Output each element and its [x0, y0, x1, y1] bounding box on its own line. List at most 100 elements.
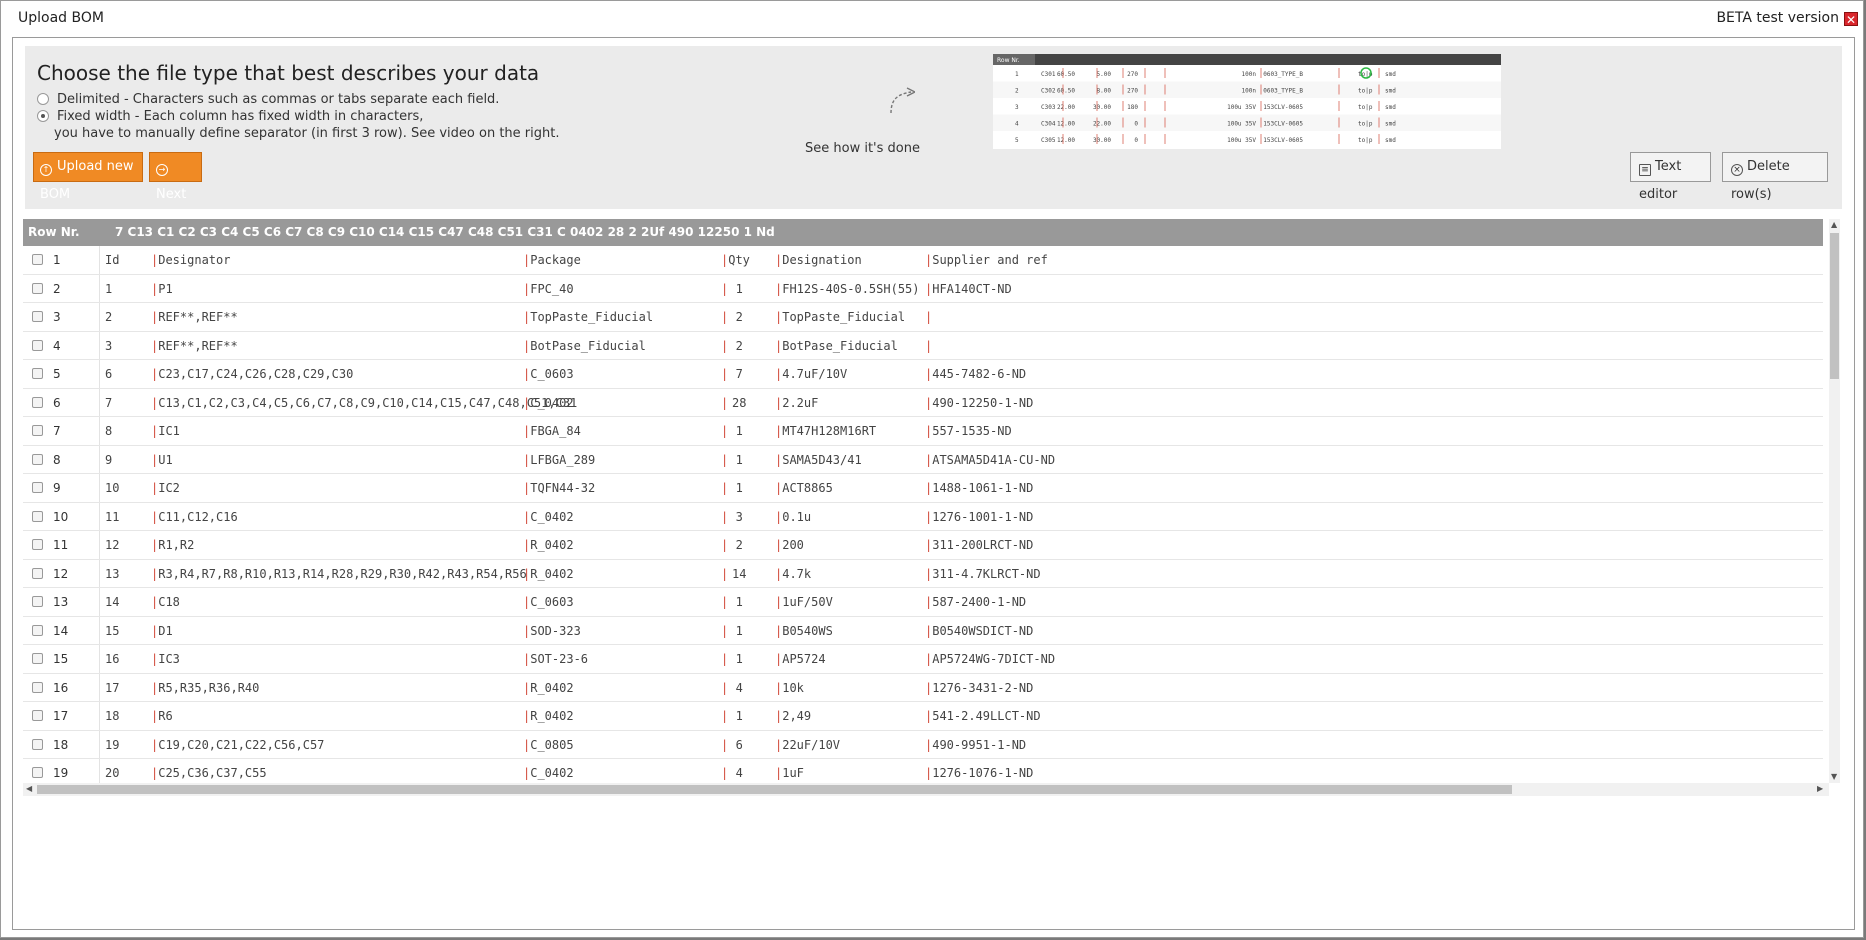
- column-separator[interactable]: |: [721, 310, 728, 324]
- fixed-width-option[interactable]: Fixed width - Each column has fixed widt…: [37, 109, 423, 124]
- horizontal-scroll-thumb[interactable]: [37, 785, 1512, 794]
- column-separator[interactable]: |: [721, 367, 728, 381]
- vertical-scrollbar[interactable]: ▲ ▼: [1829, 219, 1840, 783]
- row-checkbox[interactable]: [32, 767, 43, 778]
- column-separator[interactable]: |: [721, 453, 728, 467]
- table-row[interactable]: 4 3 |REF**,REF** |BotPase_Fiducial | 2 |BotPas…: [23, 331, 1823, 360]
- cell-sup: |541-2.49LLCT-ND: [925, 709, 1041, 723]
- table-row[interactable]: 17 18 |R6 |R_0402 | 1 |2,49 |541-2.49LLCT-ND: [23, 702, 1823, 731]
- row-checkbox[interactable]: [32, 567, 43, 579]
- scroll-left-icon[interactable]: ◀: [26, 784, 32, 793]
- cell-val: |B0540WS: [775, 624, 833, 638]
- cell-text: P1: [158, 281, 173, 296]
- row-number: 18: [53, 737, 69, 752]
- table-row[interactable]: 8 9 |U1 |LFBGA_289 | 1 |SAMA5D43/41 |ATSAMA5D41…: [23, 445, 1823, 474]
- cell-des: |D1: [151, 624, 173, 638]
- cell-text: R_0402: [530, 709, 574, 723]
- first-row-preview: 7 C13 C1 C2 C3 C4 C5 C6 C7 C8 C9 C10 C14…: [115, 225, 775, 239]
- cell-qty: | 4: [721, 766, 750, 780]
- scroll-up-icon[interactable]: ▲: [1831, 220, 1837, 229]
- column-separator[interactable]: |: [721, 766, 728, 780]
- fixed-width-radio[interactable]: [37, 110, 49, 122]
- column-separator[interactable]: |: [721, 709, 728, 723]
- table-row[interactable]: 13 14 |C18 |C_0603 | 1 |1uF/50V |587-2400-1-ND: [23, 588, 1823, 617]
- table-row[interactable]: 6 7 |C13,C1,C2,C3,C4,C5,C6,C7,C8,C9,C10,C1…: [23, 388, 1823, 417]
- cell-val: |ACT8865: [775, 481, 833, 495]
- scroll-right-icon[interactable]: ▶: [1817, 784, 1823, 793]
- table-row[interactable]: 12 13 |R3,R4,R7,R8,R10,R13,R14,R28,R29,R30…: [23, 559, 1823, 588]
- cell-text: Designator: [158, 253, 231, 267]
- table-row[interactable]: 5 6 |C23,C17,C24,C26,C28,C29,C30 |C_0603 | 7 |…: [23, 360, 1823, 389]
- scroll-down-icon[interactable]: ▼: [1831, 772, 1837, 781]
- row-checkbox[interactable]: [32, 254, 43, 265]
- row-number: 15: [53, 652, 69, 666]
- column-separator[interactable]: |: [925, 339, 932, 353]
- column-separator[interactable]: |: [721, 652, 728, 666]
- column-separator[interactable]: |: [721, 282, 728, 296]
- row-checkbox[interactable]: [32, 482, 43, 493]
- table-row[interactable]: 15 16 |IC3 |SOT-23-6 | 1 |AP5724 |AP5724WG-7DIC…: [23, 645, 1823, 674]
- column-separator[interactable]: |: [721, 339, 728, 353]
- row-checkbox[interactable]: [32, 539, 43, 550]
- row-checkbox[interactable]: [32, 339, 43, 351]
- row-checkbox[interactable]: [32, 681, 43, 693]
- cell-val: |1uF: [775, 766, 804, 780]
- column-separator[interactable]: |: [721, 681, 728, 695]
- row-checkbox[interactable]: [32, 396, 43, 408]
- delimited-radio[interactable]: [37, 93, 49, 105]
- table-row[interactable]: 3 2 |REF**,REF** |TopPaste_Fiducial | 2 |TopPa…: [23, 303, 1823, 332]
- horizontal-scrollbar[interactable]: ◀ ▶: [23, 783, 1829, 796]
- table-row[interactable]: 16 17 |R5,R35,R36,R40 |R_0402 | 4 |10k |1276-34…: [23, 673, 1823, 702]
- table-row[interactable]: 11 12 |R1,R2 |R_0402 | 2 |200 |311-200LRCT-ND: [23, 531, 1823, 560]
- column-separator[interactable]: |: [925, 310, 932, 324]
- row-checkbox[interactable]: [32, 710, 43, 721]
- column-separator[interactable]: |: [721, 424, 728, 438]
- video-cell: smd: [1385, 71, 1396, 78]
- table-row[interactable]: 14 15 |D1 |SOD-323 | 1 |B0540WS |B0540WSDICT-ND: [23, 616, 1823, 645]
- row-checkbox[interactable]: [32, 425, 43, 436]
- table-row[interactable]: 1 Id |Designator |Package |Qty |Designation |S…: [23, 246, 1823, 275]
- row-checkbox[interactable]: [32, 653, 43, 664]
- table-row[interactable]: 9 10 |IC2 |TQFN44-32 | 1 |ACT8865 |1488-1061-1-…: [23, 474, 1823, 503]
- see-how-link[interactable]: See how it's done: [805, 141, 920, 156]
- column-separator[interactable]: |: [721, 595, 728, 609]
- row-checkbox[interactable]: [32, 311, 43, 322]
- delimited-option[interactable]: Delimited - Characters such as commas or…: [37, 92, 499, 107]
- column-separator[interactable]: |: [721, 624, 728, 638]
- row-number: 17: [53, 709, 69, 723]
- table-row[interactable]: 18 19 |C19,C20,C21,C22,C56,C57 |C_0805 | 6 |22…: [23, 730, 1823, 759]
- row-checkbox[interactable]: [32, 282, 43, 294]
- upload-new-bom-button[interactable]: ↑ Upload new BOM: [33, 152, 143, 202]
- table-row[interactable]: 7 8 |IC1 |FBGA_84 | 1 |MT47H128M16RT |557-1535-…: [23, 417, 1823, 446]
- table-row[interactable]: 2 1 |P1 |FPC_40 | 1 |FH12S-40S-0.5SH(55) |HFA14…: [23, 274, 1823, 303]
- column-separator[interactable]: |: [721, 510, 728, 524]
- video-preview[interactable]: Row Nr.1 C301 60.50 5.00 270 100n 0603_TYPE_B t…: [993, 54, 1501, 149]
- cell-des: |C23,C17,C24,C26,C28,C29,C30: [151, 367, 353, 381]
- vertical-scroll-thumb[interactable]: [1830, 233, 1839, 379]
- row-checkbox[interactable]: [32, 453, 43, 465]
- column-separator[interactable]: |: [721, 738, 728, 752]
- row-checkbox[interactable]: [32, 510, 43, 522]
- delete-rows-button[interactable]: × Delete row(s): [1722, 152, 1828, 202]
- cell-text: 4: [735, 680, 743, 695]
- column-separator[interactable]: |: [721, 538, 728, 552]
- cell-sup: |: [925, 310, 932, 324]
- cell-text: 13: [105, 566, 120, 581]
- text-editor-button[interactable]: ≡ Text editor: [1630, 152, 1711, 202]
- close-icon[interactable]: ✕: [1844, 12, 1858, 27]
- next-arrow-icon: →: [156, 164, 168, 176]
- column-separator[interactable]: |: [721, 481, 728, 495]
- row-number: 8: [53, 452, 61, 467]
- row-checkbox[interactable]: [32, 596, 43, 607]
- cell-sup: |311-4.7KLRCT-ND: [925, 567, 1041, 581]
- row-checkbox[interactable]: [32, 624, 43, 636]
- upload-icon: ↑: [40, 164, 52, 176]
- column-separator[interactable]: |: [721, 567, 728, 581]
- column-separator[interactable]: |: [721, 396, 728, 410]
- cell-pkg: |R_0402: [523, 681, 574, 695]
- cell-text: 1276-3431-2-ND: [932, 680, 1034, 695]
- table-row[interactable]: 10 11 |C11,C12,C16 |C_0402 | 3 |0.1u |1276-1001…: [23, 502, 1823, 531]
- next-button[interactable]: → Next: [149, 152, 202, 202]
- row-checkbox[interactable]: [32, 738, 43, 750]
- row-checkbox[interactable]: [32, 368, 43, 379]
